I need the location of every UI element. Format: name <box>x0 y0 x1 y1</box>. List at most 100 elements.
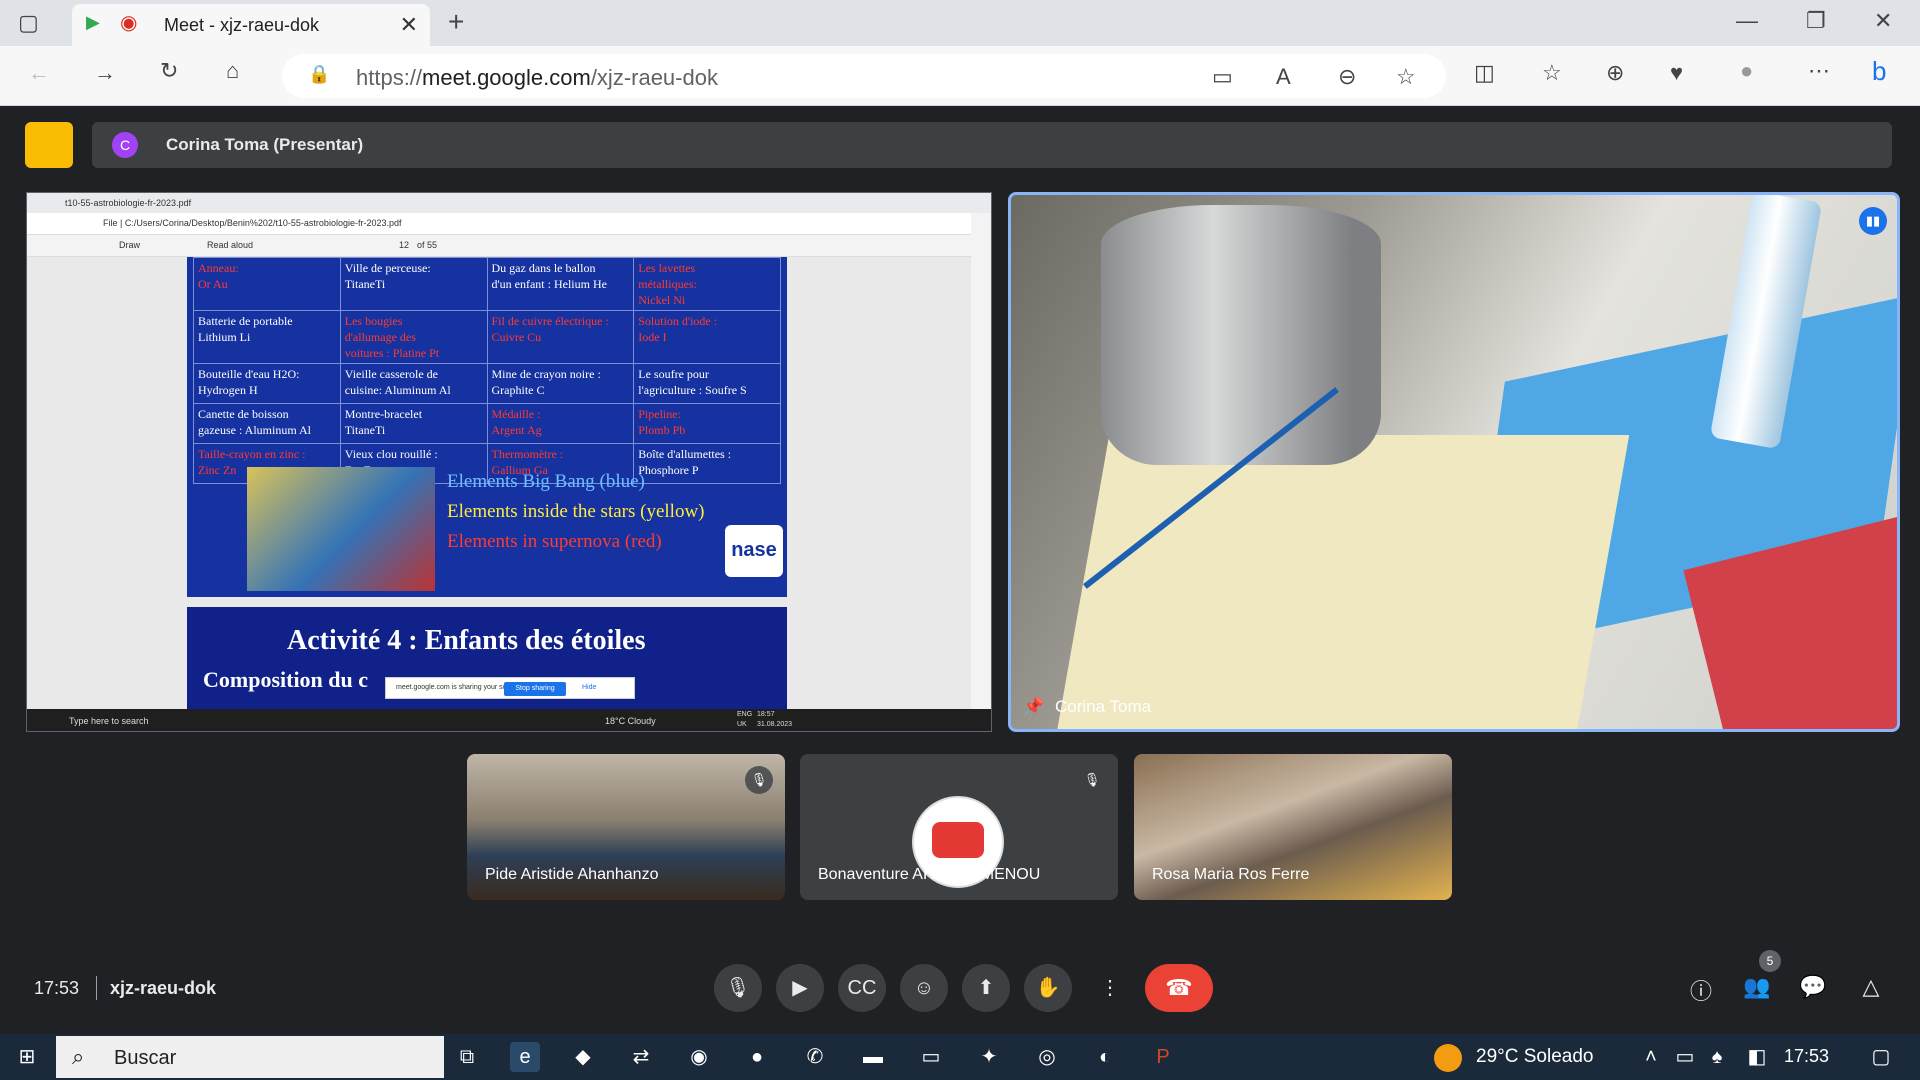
slide2-subtitle: Composition du c <box>203 667 369 692</box>
meet-window: C Corina Toma (Presentar) t10-55-astrobi… <box>6 106 1914 1028</box>
task-view-icon[interactable]: ⧉ <box>452 1042 482 1072</box>
captions-button[interactable]: CC <box>838 964 886 1012</box>
meet-controls-bar: 17:53 xjz-raeu-dok 🎙 ▶ CC ☺ ⬆ ✋ ⋮ ☎ ⓘ 👥 … <box>6 936 1914 1028</box>
url-host: meet.google.com <box>422 65 591 90</box>
table-cell: Batterie de portable Lithium Li <box>193 310 341 364</box>
pin-icon[interactable]: 📌 <box>1023 697 1044 717</box>
legend-item: Elements in supernova (red) <box>447 531 662 552</box>
forward-icon[interactable]: → <box>94 60 116 86</box>
elements-table: Anneau: Or Au Ville de perceuse: TitaneTi… <box>193 257 781 484</box>
browser-tab[interactable]: ▶ ◉ Meet - xjz-raeu-dok ✕ <box>72 4 430 46</box>
shared-pdf-body: Anneau: Or Au Ville de perceuse: TitaneTi… <box>27 257 973 709</box>
battery-icon[interactable]: ▭ <box>1670 1042 1700 1072</box>
powerpoint-app-icon[interactable]: P <box>1148 1042 1178 1072</box>
mic-off-icon: 🎙 <box>745 766 773 794</box>
browser-tab-bar: ▢ ▶ ◉ Meet - xjz-raeu-dok ✕ + — ❐ ✕ <box>0 0 1920 46</box>
bing-icon[interactable]: b <box>1872 56 1886 87</box>
address-bar[interactable]: 🔒 https://meet.google.com/xjz-raeu-dok ▭… <box>282 54 1446 98</box>
camera-permission-icon[interactable]: ▭ <box>1212 64 1233 90</box>
tab-title: Meet - xjz-raeu-dok <box>164 15 320 35</box>
restore-icon[interactable]: ❐ <box>1806 8 1826 34</box>
people-icon[interactable]: 👥 <box>1742 974 1772 1000</box>
app-icon[interactable]: ✦ <box>974 1042 1004 1072</box>
notifications-icon[interactable]: ▢ <box>1866 1042 1896 1072</box>
chat-icon[interactable]: 💬 <box>1798 974 1828 1000</box>
lock-icon[interactable]: 🔒 <box>308 64 330 85</box>
collections-icon[interactable]: ⊕ <box>1606 60 1624 86</box>
presentation-layout-icon[interactable] <box>25 122 73 168</box>
system-tray-chevron-icon[interactable]: ˄ <box>1636 1042 1666 1072</box>
minimize-icon[interactable]: — <box>1736 8 1758 34</box>
table-cell: Montre-bracelet TitaneTi <box>339 403 488 444</box>
new-tab-icon[interactable]: + <box>448 6 464 38</box>
taskbar-clock[interactable]: 17:53 <box>1784 1046 1829 1067</box>
mic-off-icon: 🎙 <box>1078 766 1106 794</box>
shared-tab-bar: t10-55-astrobiologie-fr-2023.pdf <box>27 193 991 213</box>
close-tab-icon[interactable]: ✕ <box>400 12 418 38</box>
meeting-info-icon[interactable]: ⓘ <box>1686 974 1716 1006</box>
app-icon[interactable]: ◎ <box>1032 1042 1062 1072</box>
favorite-star-icon[interactable]: ☆ <box>1396 64 1416 90</box>
shared-taskbar: Type here to search 18°C Cloudy ENG UK 1… <box>27 709 991 731</box>
activities-icon[interactable]: △ <box>1856 974 1886 1000</box>
network-icon[interactable]: ◧ <box>1742 1042 1772 1072</box>
participant-tile[interactable]: 🎙 Pide Aristide Ahanhanzo <box>467 754 785 900</box>
firefox-app-icon[interactable]: ● <box>742 1042 772 1072</box>
participant-tile[interactable]: Rosa Maria Ros Ferre <box>1134 754 1452 900</box>
present-screen-button[interactable]: ⬆ <box>962 964 1010 1012</box>
table-cell: Canette de boisson gazeuse : Aluminum Al <box>193 403 341 444</box>
close-window-icon[interactable]: ✕ <box>1874 8 1892 34</box>
meet-favicon-icon: ▶ <box>86 12 100 32</box>
whatsapp-app-icon[interactable]: ✆ <box>800 1042 830 1072</box>
table-row: Canette de boisson gazeuse : Aluminum Al… <box>193 403 781 444</box>
shared-taskbar-weather: 18°C Cloudy <box>605 716 656 726</box>
microphone-button[interactable]: 🎙 <box>714 964 762 1012</box>
edge-app-icon[interactable]: e <box>510 1042 540 1072</box>
teamviewer-app-icon[interactable]: ⇄ <box>626 1042 656 1072</box>
windows-start-icon[interactable]: ⊞ <box>12 1042 42 1072</box>
refresh-icon[interactable]: ↻ <box>160 58 178 84</box>
shared-taskbar-search: Type here to search <box>69 716 149 726</box>
back-icon[interactable]: ← <box>28 60 50 86</box>
anydesk-app-icon[interactable]: ◆ <box>568 1042 598 1072</box>
presenter-video[interactable]: ▮▮ 📌 Corina Toma <box>1008 192 1900 732</box>
profile-avatar-icon[interactable]: ● <box>1740 58 1753 84</box>
file-explorer-icon[interactable]: ▭ <box>916 1042 946 1072</box>
table-cell: Fil de cuivre électrique : Cuivre Cu <box>486 310 635 364</box>
split-screen-icon[interactable]: ◫ <box>1474 60 1495 86</box>
read-aloud-icon[interactable]: A <box>1276 64 1291 90</box>
app-icon[interactable]: ◐ <box>1090 1042 1120 1072</box>
presenter-avatar: C <box>112 132 138 158</box>
stop-sharing-button[interactable]: Stop sharing <box>504 682 566 696</box>
taskbar-weather[interactable]: 29°C Soleado <box>1476 1046 1593 1068</box>
favorites-icon[interactable]: ☆ <box>1542 60 1562 86</box>
table-cell: Les bougies d'allumage des voitures : Pl… <box>339 310 488 364</box>
more-options-button[interactable]: ⋮ <box>1086 964 1134 1012</box>
zoom-icon[interactable]: ⊖ <box>1338 64 1356 90</box>
more-menu-icon[interactable]: ⋯ <box>1808 58 1830 84</box>
hide-notice-link[interactable]: Hide <box>582 684 596 691</box>
chrome-app-icon[interactable]: ◉ <box>684 1042 714 1072</box>
raise-hand-button[interactable]: ✋ <box>1024 964 1072 1012</box>
table-row: Bouteille d'eau H2O: Hydrogen H Vieille c… <box>193 363 781 404</box>
shared-taskbar-clock: 18:57 31.08.2023 <box>757 711 793 728</box>
participant-tile[interactable]: 🎙 Bonaventure AHOUANMENOU <box>800 754 1118 900</box>
camera-button[interactable]: ▶ <box>776 964 824 1012</box>
notification-app-icon[interactable]: ♠ <box>1702 1042 1732 1072</box>
table-cell: Solution d'iode : Iode I <box>633 310 781 364</box>
reactions-button[interactable]: ☺ <box>900 964 948 1012</box>
table-cell: Vieille casserole de cuisine: Aluminum A… <box>339 363 488 404</box>
tab-actions-icon[interactable]: ▢ <box>18 10 39 36</box>
shared-screen[interactable]: t10-55-astrobiologie-fr-2023.pdf File | … <box>26 192 992 732</box>
table-cell: Mine de crayon noire : Graphite C <box>486 363 635 404</box>
speaking-indicator-icon: ▮▮ <box>1859 207 1887 235</box>
browser-essentials-icon[interactable]: ♥ <box>1670 60 1683 86</box>
taskbar-search[interactable]: ⌕ Buscar <box>56 1036 444 1078</box>
home-icon[interactable]: ⌂ <box>226 58 239 84</box>
weather-icon <box>1434 1044 1462 1072</box>
table-cell: Bouteille d'eau H2O: Hydrogen H <box>193 363 341 404</box>
metal-cup <box>1101 205 1381 465</box>
leave-call-button[interactable]: ☎ <box>1145 964 1213 1012</box>
app-icon[interactable]: ▬ <box>858 1042 888 1072</box>
divider <box>96 976 97 1000</box>
